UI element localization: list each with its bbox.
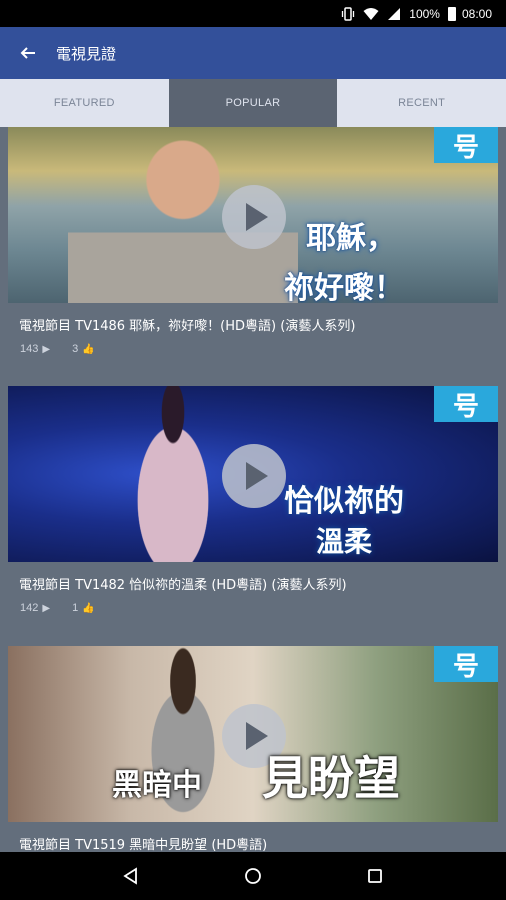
- tab-recent[interactable]: RECENT: [337, 79, 506, 127]
- page-title: 電視見證: [56, 44, 117, 63]
- view-count: 143 ▶: [20, 343, 51, 355]
- battery-percent: 100%: [409, 6, 440, 21]
- vibrate-icon: [341, 6, 355, 21]
- arrow-left-icon: [20, 47, 35, 59]
- like-count: 3 👍: [72, 343, 95, 355]
- thumbs-up-icon: 👍: [82, 602, 95, 614]
- tab-popular[interactable]: POPULAR: [168, 79, 338, 127]
- thumbs-up-icon: 👍: [82, 343, 95, 355]
- channel-logo: 号: [434, 127, 498, 163]
- nav-home-button[interactable]: [233, 856, 273, 896]
- play-count-icon: ▶: [42, 602, 51, 614]
- nav-recents-button[interactable]: [355, 856, 395, 896]
- wifi-icon: [363, 7, 379, 21]
- tab-featured[interactable]: FEATURED: [0, 79, 169, 127]
- thumbnail-caption-line1: 耶穌，: [306, 221, 396, 256]
- video-title[interactable]: 電視節目 TV1486 耶穌，祢好嚟！(HD粵語) (演藝人系列): [8, 315, 498, 334]
- video-card[interactable]: 号 耶穌， 祢好嚟！ 電視節目 TV1486 耶穌，祢好嚟！(HD粵語) (演藝…: [8, 127, 498, 355]
- play-count-icon: ▶: [42, 343, 51, 355]
- home-circle-icon: [245, 868, 261, 884]
- app-bar: 電視見證: [0, 27, 506, 79]
- recents-square-icon: [368, 869, 382, 883]
- cell-signal-icon: [387, 7, 401, 21]
- thumbnail-caption-line1: 黑暗中: [112, 768, 202, 803]
- video-card[interactable]: 号 恰似祢的 溫柔 電視節目 TV1482 恰似祢的溫柔 (HD粵語) (演藝人…: [8, 386, 498, 614]
- play-button[interactable]: [222, 444, 286, 508]
- nav-back-button[interactable]: [111, 856, 151, 896]
- singer-figure: [118, 386, 228, 562]
- video-thumbnail[interactable]: 号 黑暗中 見盼望: [8, 646, 498, 822]
- video-stats: 142 ▶ 1 👍: [8, 602, 498, 614]
- video-thumbnail[interactable]: 号 耶穌， 祢好嚟！: [8, 127, 498, 303]
- channel-logo: 号: [434, 646, 498, 682]
- tab-bar: FEATURED POPULAR RECENT: [0, 79, 506, 127]
- view-count: 142 ▶: [20, 602, 51, 614]
- play-icon: [246, 462, 268, 490]
- video-thumbnail[interactable]: 号 恰似祢的 溫柔: [8, 386, 498, 562]
- back-button[interactable]: [0, 27, 56, 79]
- status-bar: 100% 08:00: [0, 0, 506, 27]
- thumbnail-caption-line2: 祢好嚟！: [284, 271, 404, 303]
- video-title[interactable]: 電視節目 TV1482 恰似祢的溫柔 (HD粵語) (演藝人系列): [8, 574, 498, 593]
- thumbnail-caption-line1: 恰似祢的: [284, 484, 404, 519]
- thumbnail-caption-line2: 溫柔: [316, 525, 373, 558]
- video-title[interactable]: 電視節目 TV1519 黑暗中見盼望 (HD粵語): [8, 834, 498, 852]
- thumbnail-caption-line2: 見盼望: [262, 751, 400, 805]
- video-card[interactable]: 号 黑暗中 見盼望 電視節目 TV1519 黑暗中見盼望 (HD粵語): [8, 646, 498, 852]
- system-nav-bar: [0, 852, 506, 900]
- clock: 08:00: [461, 6, 492, 21]
- play-button[interactable]: [222, 185, 286, 249]
- video-feed[interactable]: 号 耶穌， 祢好嚟！ 電視節目 TV1486 耶穌，祢好嚟！(HD粵語) (演藝…: [0, 127, 506, 852]
- channel-logo: 号: [434, 386, 498, 422]
- like-count: 1 👍: [72, 602, 95, 614]
- video-stats: 143 ▶ 3 👍: [8, 343, 498, 355]
- play-icon: [246, 203, 268, 231]
- battery-icon: [447, 6, 456, 21]
- back-triangle-icon: [123, 867, 137, 885]
